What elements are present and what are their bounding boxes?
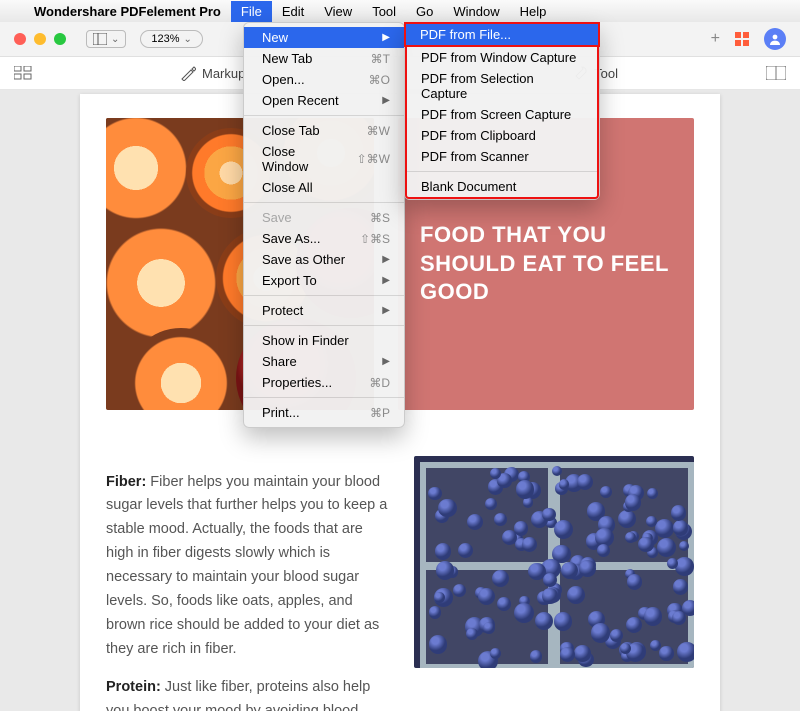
- submenu-arrow-icon: ▶: [382, 275, 390, 286]
- file-show-in-finder[interactable]: Show in Finder: [244, 330, 404, 351]
- file-print[interactable]: Print...⌘P: [244, 402, 404, 423]
- file-save-as-other[interactable]: Save as Other▶: [244, 249, 404, 270]
- body-text: Fiber: Fiber helps you maintain your blo…: [106, 456, 390, 711]
- file-export-to[interactable]: Export To▶: [244, 270, 404, 291]
- hero-title: FOOD THAT YOU SHOULD EAT TO FEEL GOOD: [420, 221, 672, 307]
- file-open-recent[interactable]: Open Recent▶: [244, 90, 404, 111]
- new-blank-document[interactable]: Blank Document: [407, 176, 597, 197]
- new-pdf-from-window[interactable]: PDF from Window Capture: [407, 47, 597, 68]
- submenu-arrow-icon: ▶: [382, 305, 390, 316]
- window-traffic-lights: [14, 33, 66, 45]
- new-pdf-from-screen[interactable]: PDF from Screen Capture: [407, 104, 597, 125]
- menu-file[interactable]: File: [231, 1, 272, 22]
- file-close-tab[interactable]: Close Tab⌘W: [244, 120, 404, 141]
- file-open[interactable]: Open...⌘O: [244, 69, 404, 90]
- chevron-down-icon: ⌄: [111, 34, 119, 45]
- minimize-icon[interactable]: [34, 33, 46, 45]
- sidebar-toggle-button[interactable]: ⌄: [86, 30, 126, 48]
- new-pdf-from-scanner[interactable]: PDF from Scanner: [407, 146, 597, 167]
- markup-icon: [180, 65, 196, 81]
- menubar: Wondershare PDFelement Pro File Edit Vie…: [0, 0, 800, 22]
- home-grid-icon[interactable]: [734, 31, 750, 47]
- zoom-select[interactable]: 123% ⌄: [140, 30, 203, 48]
- zoom-icon[interactable]: [54, 33, 66, 45]
- fiber-heading: Fiber:: [106, 474, 146, 490]
- new-pdf-from-clipboard[interactable]: PDF from Clipboard: [407, 125, 597, 146]
- submenu-arrow-icon: ▶: [382, 32, 390, 43]
- menu-edit[interactable]: Edit: [272, 1, 314, 22]
- fiber-body: Fiber helps you maintain your blood suga…: [106, 474, 387, 657]
- file-share[interactable]: Share▶: [244, 351, 404, 372]
- file-new[interactable]: New▶: [244, 27, 404, 48]
- file-new-tab[interactable]: New Tab⌘T: [244, 48, 404, 69]
- file-save-as[interactable]: Save As...⇧⌘S: [244, 228, 404, 249]
- file-close-all[interactable]: Close All: [244, 177, 404, 198]
- menu-tool[interactable]: Tool: [362, 1, 406, 22]
- zoom-value: 123%: [151, 33, 179, 45]
- file-close-window[interactable]: Close Window⇧⌘W: [244, 141, 404, 177]
- new-pdf-from-file[interactable]: PDF from File...: [404, 22, 600, 47]
- file-save: Save⌘S: [244, 207, 404, 228]
- user-avatar-button[interactable]: [764, 28, 786, 50]
- submenu-arrow-icon: ▶: [382, 356, 390, 367]
- file-protect[interactable]: Protect▶: [244, 300, 404, 321]
- body-image-blueberries: [414, 456, 694, 668]
- markup-button[interactable]: Markup: [180, 65, 245, 81]
- protein-heading: Protein:: [106, 679, 161, 695]
- menu-view[interactable]: View: [314, 1, 362, 22]
- file-properties[interactable]: Properties...⌘D: [244, 372, 404, 393]
- reader-view-icon[interactable]: [766, 66, 786, 80]
- new-submenu-dropdown: PDF from File... PDF from Window Capture…: [404, 22, 600, 200]
- markup-label: Markup: [202, 66, 245, 81]
- new-pdf-from-selection[interactable]: PDF from Selection Capture: [407, 68, 597, 104]
- submenu-arrow-icon: ▶: [382, 95, 390, 106]
- submenu-arrow-icon: ▶: [382, 254, 390, 265]
- menu-go[interactable]: Go: [406, 1, 443, 22]
- menu-window[interactable]: Window: [443, 1, 509, 22]
- menu-help[interactable]: Help: [510, 1, 557, 22]
- file-menu-dropdown: New▶ New Tab⌘T Open...⌘O Open Recent▶ Cl…: [243, 22, 405, 428]
- app-name[interactable]: Wondershare PDFelement Pro: [24, 4, 231, 19]
- chevron-down-icon: ⌄: [184, 34, 192, 45]
- close-icon[interactable]: [14, 33, 26, 45]
- thumbnails-icon[interactable]: [14, 66, 32, 80]
- new-tab-button[interactable]: +: [711, 30, 720, 48]
